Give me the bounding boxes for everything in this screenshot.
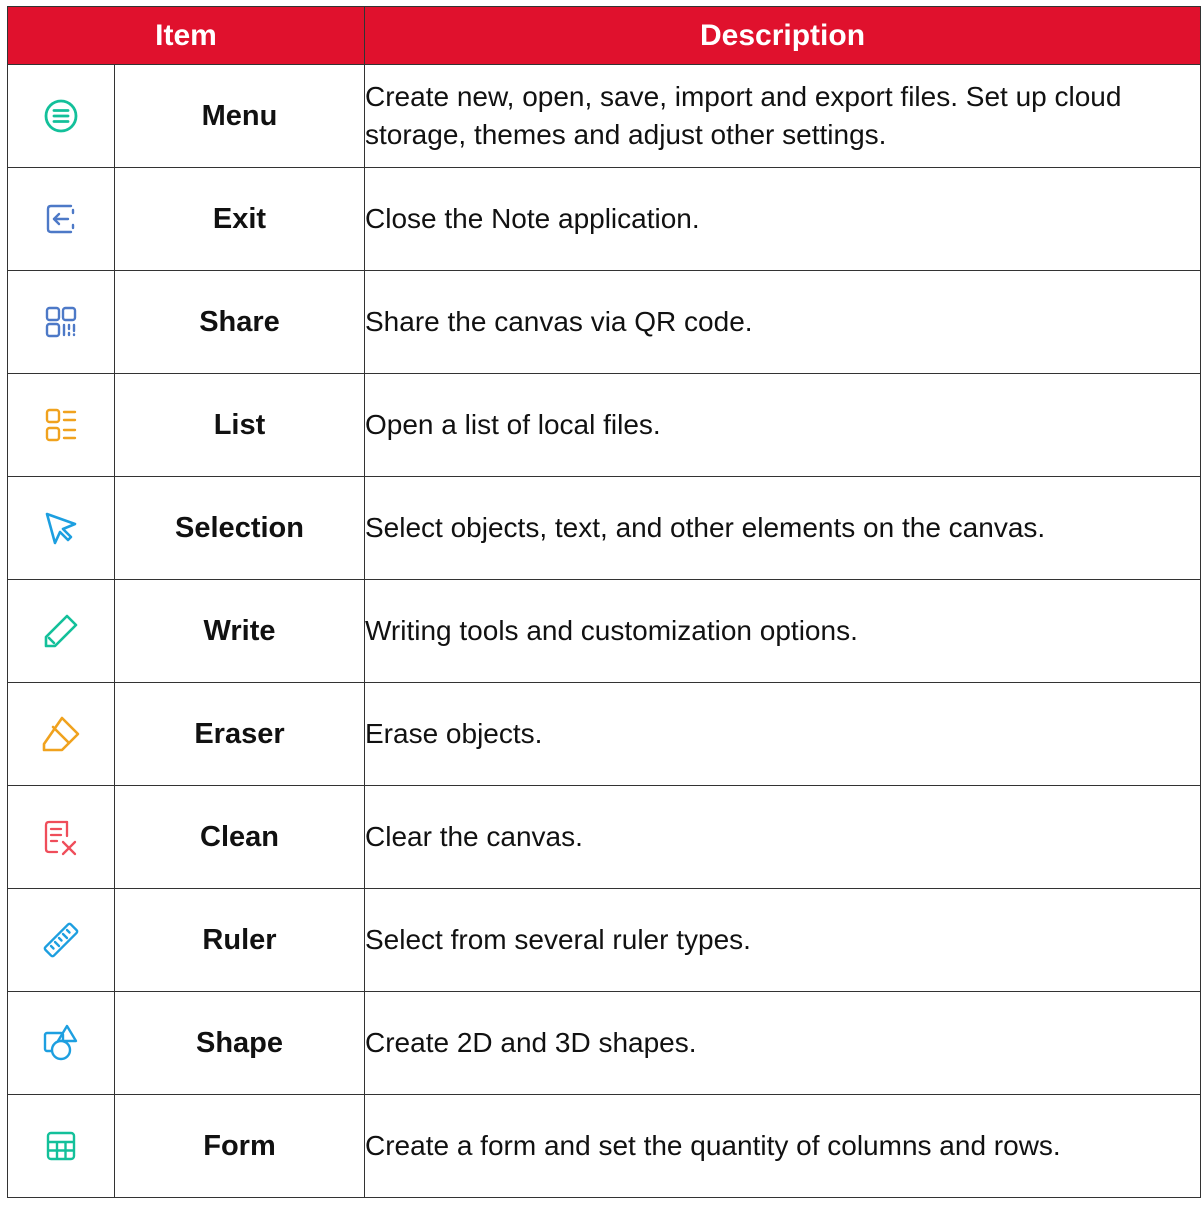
item-name: Write: [114, 579, 365, 683]
share-qr-icon: [45, 306, 77, 338]
item-description: Erase objects.: [364, 682, 1201, 786]
item-name: Form: [114, 1094, 365, 1198]
item-name: Share: [114, 270, 365, 374]
exit-icon: [46, 204, 75, 234]
table-row-share: Share Share the canvas via QR code.: [7, 270, 1201, 374]
item-description: Create 2D and 3D shapes.: [364, 991, 1201, 1095]
item-description: Close the Note application.: [364, 167, 1201, 271]
item-description: Create a form and set the quantity of co…: [364, 1094, 1201, 1198]
table-row-write: Write Writing tools and customization op…: [7, 579, 1201, 683]
menu-icon: [44, 99, 78, 133]
item-description: Create new, open, save, import and expor…: [364, 64, 1201, 168]
table-row-exit: Exit Close the Note application.: [7, 167, 1201, 271]
table-row-list: List Open a list of local files.: [7, 373, 1201, 477]
form-icon: [46, 1131, 76, 1161]
item-description: Open a list of local files.: [364, 373, 1201, 477]
table-row-ruler: Ruler Select from several ruler types.: [7, 888, 1201, 992]
item-description: Select objects, text, and other elements…: [364, 476, 1201, 580]
item-name: Clean: [114, 785, 365, 889]
list-icon: [45, 408, 77, 442]
item-name: Exit: [114, 167, 365, 271]
item-description: Writing tools and customization options.: [364, 579, 1201, 683]
clean-icon: [44, 820, 77, 856]
table-row-selection: Selection Select objects, text, and othe…: [7, 476, 1201, 580]
item-name: Ruler: [114, 888, 365, 992]
ruler-icon: [43, 922, 79, 958]
item-description: Share the canvas via QR code.: [364, 270, 1201, 374]
table-row-eraser: Eraser Erase objects.: [7, 682, 1201, 786]
shape-icon: [43, 1024, 78, 1061]
item-name: Shape: [114, 991, 365, 1095]
table-row-shape: Shape Create 2D and 3D shapes.: [7, 991, 1201, 1095]
cursor-icon: [45, 512, 77, 545]
header-item: Item: [7, 6, 365, 65]
header-description: Description: [364, 6, 1201, 65]
items-table: Item Description Menu Create new, open, …: [7, 6, 1201, 1198]
item-name: Menu: [114, 64, 365, 168]
table-row-form: Form Create a form and set the quantity …: [7, 1094, 1201, 1198]
item-name: Eraser: [114, 682, 365, 786]
table-row-menu: Menu Create new, open, save, import and …: [7, 64, 1201, 168]
item-name: List: [114, 373, 365, 477]
item-description: Select from several ruler types.: [364, 888, 1201, 992]
pen-icon: [44, 614, 78, 648]
eraser-icon: [42, 716, 80, 752]
table-row-clean: Clean Clear the canvas.: [7, 785, 1201, 889]
item-description: Clear the canvas.: [364, 785, 1201, 889]
item-name: Selection: [114, 476, 365, 580]
table-header-row: Item Description: [7, 6, 1201, 65]
